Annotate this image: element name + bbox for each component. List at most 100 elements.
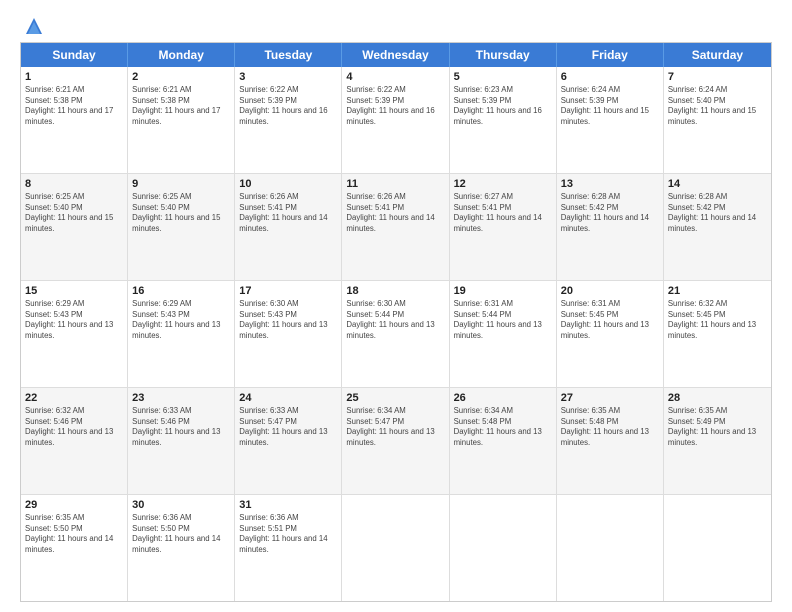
day-info: Sunrise: 6:25 AMSunset: 5:40 PMDaylight:… — [25, 192, 123, 234]
cal-cell-day-5: 5Sunrise: 6:23 AMSunset: 5:39 PMDaylight… — [450, 67, 557, 173]
day-info: Sunrise: 6:26 AMSunset: 5:41 PMDaylight:… — [239, 192, 337, 234]
cal-week-2: 8Sunrise: 6:25 AMSunset: 5:40 PMDaylight… — [21, 174, 771, 281]
day-info: Sunrise: 6:32 AMSunset: 5:45 PMDaylight:… — [668, 299, 767, 341]
day-info: Sunrise: 6:36 AMSunset: 5:51 PMDaylight:… — [239, 513, 337, 555]
cal-cell-day-25: 25Sunrise: 6:34 AMSunset: 5:47 PMDayligh… — [342, 388, 449, 494]
day-number: 28 — [668, 391, 767, 405]
header-day-sunday: Sunday — [21, 43, 128, 67]
day-info: Sunrise: 6:29 AMSunset: 5:43 PMDaylight:… — [25, 299, 123, 341]
day-number: 30 — [132, 498, 230, 512]
day-info: Sunrise: 6:35 AMSunset: 5:48 PMDaylight:… — [561, 406, 659, 448]
day-number: 13 — [561, 177, 659, 191]
header-day-monday: Monday — [128, 43, 235, 67]
logo — [20, 16, 44, 36]
day-number: 24 — [239, 391, 337, 405]
day-info: Sunrise: 6:25 AMSunset: 5:40 PMDaylight:… — [132, 192, 230, 234]
day-info: Sunrise: 6:28 AMSunset: 5:42 PMDaylight:… — [561, 192, 659, 234]
day-info: Sunrise: 6:31 AMSunset: 5:45 PMDaylight:… — [561, 299, 659, 341]
day-info: Sunrise: 6:24 AMSunset: 5:39 PMDaylight:… — [561, 85, 659, 127]
day-number: 20 — [561, 284, 659, 298]
day-info: Sunrise: 6:32 AMSunset: 5:46 PMDaylight:… — [25, 406, 123, 448]
cal-week-5: 29Sunrise: 6:35 AMSunset: 5:50 PMDayligh… — [21, 495, 771, 601]
cal-cell-day-13: 13Sunrise: 6:28 AMSunset: 5:42 PMDayligh… — [557, 174, 664, 280]
cal-week-1: 1Sunrise: 6:21 AMSunset: 5:38 PMDaylight… — [21, 67, 771, 174]
day-info: Sunrise: 6:33 AMSunset: 5:47 PMDaylight:… — [239, 406, 337, 448]
cal-cell-day-14: 14Sunrise: 6:28 AMSunset: 5:42 PMDayligh… — [664, 174, 771, 280]
cal-cell-empty — [342, 495, 449, 601]
day-number: 4 — [346, 70, 444, 84]
cal-cell-day-29: 29Sunrise: 6:35 AMSunset: 5:50 PMDayligh… — [21, 495, 128, 601]
day-info: Sunrise: 6:36 AMSunset: 5:50 PMDaylight:… — [132, 513, 230, 555]
day-number: 7 — [668, 70, 767, 84]
logo-icon — [24, 16, 44, 36]
day-number: 2 — [132, 70, 230, 84]
calendar: SundayMondayTuesdayWednesdayThursdayFrid… — [20, 42, 772, 602]
cal-cell-day-21: 21Sunrise: 6:32 AMSunset: 5:45 PMDayligh… — [664, 281, 771, 387]
day-info: Sunrise: 6:23 AMSunset: 5:39 PMDaylight:… — [454, 85, 552, 127]
day-number: 21 — [668, 284, 767, 298]
day-number: 19 — [454, 284, 552, 298]
header — [20, 16, 772, 36]
header-day-wednesday: Wednesday — [342, 43, 449, 67]
day-number: 10 — [239, 177, 337, 191]
cal-cell-day-8: 8Sunrise: 6:25 AMSunset: 5:40 PMDaylight… — [21, 174, 128, 280]
day-number: 5 — [454, 70, 552, 84]
day-info: Sunrise: 6:35 AMSunset: 5:49 PMDaylight:… — [668, 406, 767, 448]
cal-week-4: 22Sunrise: 6:32 AMSunset: 5:46 PMDayligh… — [21, 388, 771, 495]
cal-cell-day-26: 26Sunrise: 6:34 AMSunset: 5:48 PMDayligh… — [450, 388, 557, 494]
calendar-body: 1Sunrise: 6:21 AMSunset: 5:38 PMDaylight… — [21, 67, 771, 601]
cal-cell-day-24: 24Sunrise: 6:33 AMSunset: 5:47 PMDayligh… — [235, 388, 342, 494]
day-number: 6 — [561, 70, 659, 84]
cal-cell-day-9: 9Sunrise: 6:25 AMSunset: 5:40 PMDaylight… — [128, 174, 235, 280]
cal-cell-day-1: 1Sunrise: 6:21 AMSunset: 5:38 PMDaylight… — [21, 67, 128, 173]
day-info: Sunrise: 6:29 AMSunset: 5:43 PMDaylight:… — [132, 299, 230, 341]
day-number: 26 — [454, 391, 552, 405]
cal-cell-day-17: 17Sunrise: 6:30 AMSunset: 5:43 PMDayligh… — [235, 281, 342, 387]
day-info: Sunrise: 6:26 AMSunset: 5:41 PMDaylight:… — [346, 192, 444, 234]
header-day-friday: Friday — [557, 43, 664, 67]
cal-cell-day-28: 28Sunrise: 6:35 AMSunset: 5:49 PMDayligh… — [664, 388, 771, 494]
cal-cell-day-23: 23Sunrise: 6:33 AMSunset: 5:46 PMDayligh… — [128, 388, 235, 494]
cal-cell-day-18: 18Sunrise: 6:30 AMSunset: 5:44 PMDayligh… — [342, 281, 449, 387]
day-number: 8 — [25, 177, 123, 191]
day-number: 12 — [454, 177, 552, 191]
day-number: 9 — [132, 177, 230, 191]
cal-cell-day-12: 12Sunrise: 6:27 AMSunset: 5:41 PMDayligh… — [450, 174, 557, 280]
header-day-saturday: Saturday — [664, 43, 771, 67]
cal-cell-day-16: 16Sunrise: 6:29 AMSunset: 5:43 PMDayligh… — [128, 281, 235, 387]
day-number: 17 — [239, 284, 337, 298]
cal-week-3: 15Sunrise: 6:29 AMSunset: 5:43 PMDayligh… — [21, 281, 771, 388]
day-info: Sunrise: 6:30 AMSunset: 5:43 PMDaylight:… — [239, 299, 337, 341]
cal-cell-day-10: 10Sunrise: 6:26 AMSunset: 5:41 PMDayligh… — [235, 174, 342, 280]
logo-text — [20, 16, 44, 36]
page: SundayMondayTuesdayWednesdayThursdayFrid… — [0, 0, 792, 612]
cal-cell-day-19: 19Sunrise: 6:31 AMSunset: 5:44 PMDayligh… — [450, 281, 557, 387]
day-info: Sunrise: 6:30 AMSunset: 5:44 PMDaylight:… — [346, 299, 444, 341]
day-number: 11 — [346, 177, 444, 191]
day-number: 23 — [132, 391, 230, 405]
day-info: Sunrise: 6:34 AMSunset: 5:47 PMDaylight:… — [346, 406, 444, 448]
day-number: 16 — [132, 284, 230, 298]
cal-cell-day-15: 15Sunrise: 6:29 AMSunset: 5:43 PMDayligh… — [21, 281, 128, 387]
day-info: Sunrise: 6:22 AMSunset: 5:39 PMDaylight:… — [239, 85, 337, 127]
day-info: Sunrise: 6:24 AMSunset: 5:40 PMDaylight:… — [668, 85, 767, 127]
day-number: 22 — [25, 391, 123, 405]
cal-cell-day-31: 31Sunrise: 6:36 AMSunset: 5:51 PMDayligh… — [235, 495, 342, 601]
day-info: Sunrise: 6:31 AMSunset: 5:44 PMDaylight:… — [454, 299, 552, 341]
cal-cell-empty — [450, 495, 557, 601]
day-number: 29 — [25, 498, 123, 512]
day-info: Sunrise: 6:21 AMSunset: 5:38 PMDaylight:… — [25, 85, 123, 127]
cal-cell-day-27: 27Sunrise: 6:35 AMSunset: 5:48 PMDayligh… — [557, 388, 664, 494]
day-number: 15 — [25, 284, 123, 298]
cal-cell-day-4: 4Sunrise: 6:22 AMSunset: 5:39 PMDaylight… — [342, 67, 449, 173]
cal-cell-day-20: 20Sunrise: 6:31 AMSunset: 5:45 PMDayligh… — [557, 281, 664, 387]
day-info: Sunrise: 6:34 AMSunset: 5:48 PMDaylight:… — [454, 406, 552, 448]
day-number: 18 — [346, 284, 444, 298]
day-number: 3 — [239, 70, 337, 84]
cal-cell-empty — [664, 495, 771, 601]
cal-cell-day-22: 22Sunrise: 6:32 AMSunset: 5:46 PMDayligh… — [21, 388, 128, 494]
cal-cell-day-6: 6Sunrise: 6:24 AMSunset: 5:39 PMDaylight… — [557, 67, 664, 173]
day-info: Sunrise: 6:33 AMSunset: 5:46 PMDaylight:… — [132, 406, 230, 448]
header-day-thursday: Thursday — [450, 43, 557, 67]
cal-cell-day-11: 11Sunrise: 6:26 AMSunset: 5:41 PMDayligh… — [342, 174, 449, 280]
